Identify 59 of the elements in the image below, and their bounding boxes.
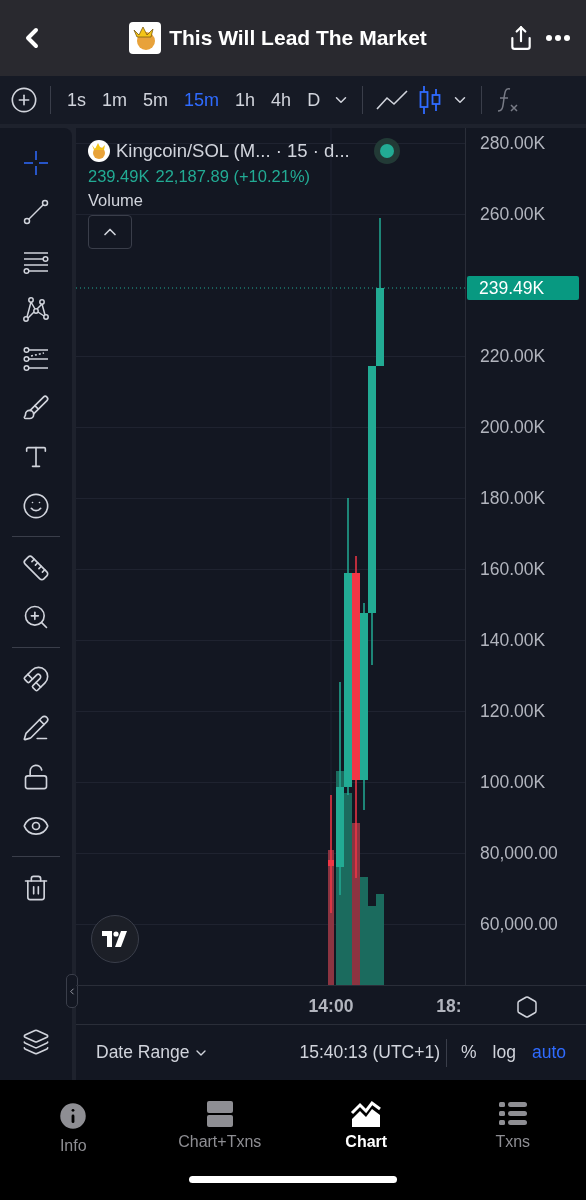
price-axis-label: 160.00K <box>480 559 546 579</box>
interval-tab[interactable]: 4h <box>265 89 298 111</box>
price-axis-label: 200.00K <box>480 417 546 437</box>
nav-tab[interactable]: Chart <box>293 1098 440 1156</box>
nav-tab[interactable]: Txns <box>439 1098 586 1156</box>
smiley-icon <box>22 491 50 520</box>
split-view-icon <box>204 1099 235 1129</box>
layers-icon <box>22 1027 50 1056</box>
more-icon <box>546 35 570 41</box>
fib-lines-icon <box>22 344 50 373</box>
symbol-title: Kingcoin/SOL (M... · 15 · d... <box>116 140 350 162</box>
brush-icon <box>22 393 50 422</box>
price-axis-label: 60,000.00 <box>480 914 558 934</box>
ruler-icon <box>22 553 50 582</box>
hexagon-icon <box>515 995 539 1019</box>
interval-tab[interactable]: 1h <box>229 89 262 111</box>
price-axis-label: 100.00K <box>480 772 546 792</box>
price-axis-label: 260.00K <box>480 204 546 224</box>
scale-option[interactable]: log <box>484 1042 524 1063</box>
price-change: 22,187.89 (+10.21%) <box>155 167 311 186</box>
price-axis-label: 80,000.00 <box>480 843 558 863</box>
date-range-button[interactable]: Date Range <box>96 1042 210 1063</box>
crosshair-icon <box>22 148 50 177</box>
line-tool-icon <box>22 197 50 226</box>
interval-tab[interactable]: 15m <box>178 89 226 111</box>
more-button[interactable] <box>544 33 572 43</box>
last-price: 239.49K <box>88 167 150 186</box>
price-axis-label: 220.00K <box>480 346 546 366</box>
volume-label: Volume <box>88 191 145 210</box>
price-axis-label: 280.00K <box>480 133 546 153</box>
chevron-left-icon <box>67 985 77 997</box>
area-chart-icon <box>350 1099 383 1129</box>
interval-tab[interactable]: 1s <box>61 89 92 111</box>
collapse-handle[interactable] <box>66 974 78 1008</box>
time-axis-label: 14:00 <box>308 996 354 1017</box>
magnet-icon <box>22 664 50 693</box>
coin-logo-icon <box>129 22 162 54</box>
interval-tab[interactable]: D <box>301 89 327 111</box>
share-icon <box>508 25 534 51</box>
nav-tab[interactable]: Info <box>0 1098 147 1156</box>
price-axis-label: 180.00K <box>480 488 546 508</box>
pattern-icon <box>22 295 50 324</box>
chart-logo-button[interactable] <box>91 915 139 963</box>
last-price-tag: 239.49K <box>467 276 579 300</box>
nav-tab[interactable]: Chart+Txns <box>146 1098 293 1156</box>
plus-circle-icon <box>10 86 38 114</box>
logo-icon <box>102 931 128 947</box>
page-title: This Will Lead The Market <box>169 26 427 50</box>
interval-tab[interactable]: 1m <box>96 89 134 111</box>
scale-option[interactable]: auto <box>523 1042 574 1063</box>
time-axis-label: 18: <box>436 996 462 1017</box>
unlock-icon <box>22 762 50 791</box>
coin-icon <box>88 140 110 162</box>
price-axis-label: 140.00K <box>480 630 546 650</box>
clock-time: 15:40:13 (UTC+1) <box>299 1042 440 1063</box>
interval-tab[interactable]: 5m <box>137 89 175 111</box>
price-axis-label: 120.00K <box>480 701 546 721</box>
scale-option[interactable]: % <box>453 1042 485 1063</box>
trash-icon <box>22 873 50 902</box>
